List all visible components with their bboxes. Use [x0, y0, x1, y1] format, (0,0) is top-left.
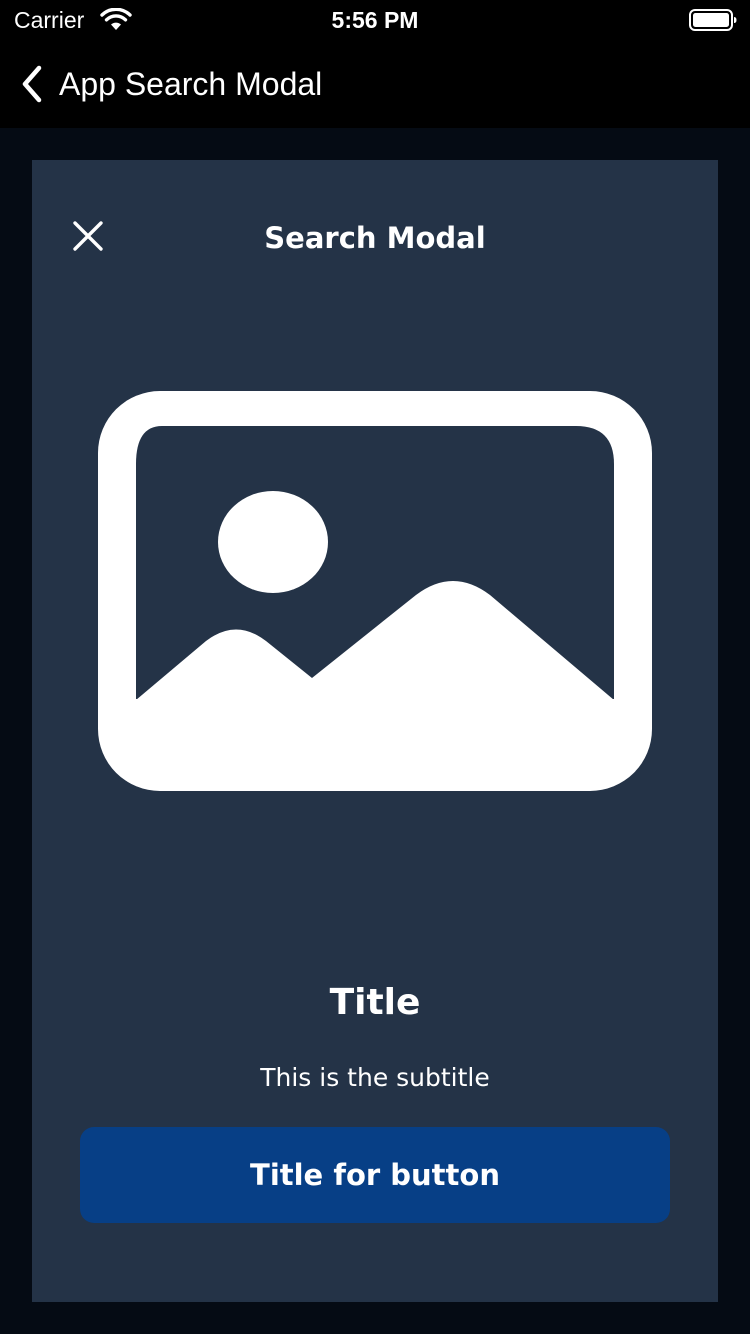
nav-title: App Search Modal	[59, 66, 323, 102]
image-placeholder-icon	[98, 391, 652, 791]
status-time: 5:56 PM	[331, 7, 419, 33]
chevron-left-icon	[22, 65, 42, 103]
back-button[interactable]	[12, 60, 52, 108]
primary-action-button[interactable]: Title for button	[80, 1127, 670, 1223]
battery-full-icon	[689, 9, 737, 31]
status-bar: Carrier 5:56 PM	[0, 0, 750, 40]
app-screen: Carrier 5:56 PM App Search Modal Search …	[0, 0, 750, 1334]
navigation-bar: App Search Modal	[0, 40, 750, 128]
content-title: Title	[329, 982, 421, 1023]
content-subtitle: This is the subtitle	[260, 1063, 490, 1092]
search-modal: Search Modal Title This is the subtitle …	[32, 160, 718, 1302]
modal-header-title: Search Modal	[264, 221, 486, 255]
